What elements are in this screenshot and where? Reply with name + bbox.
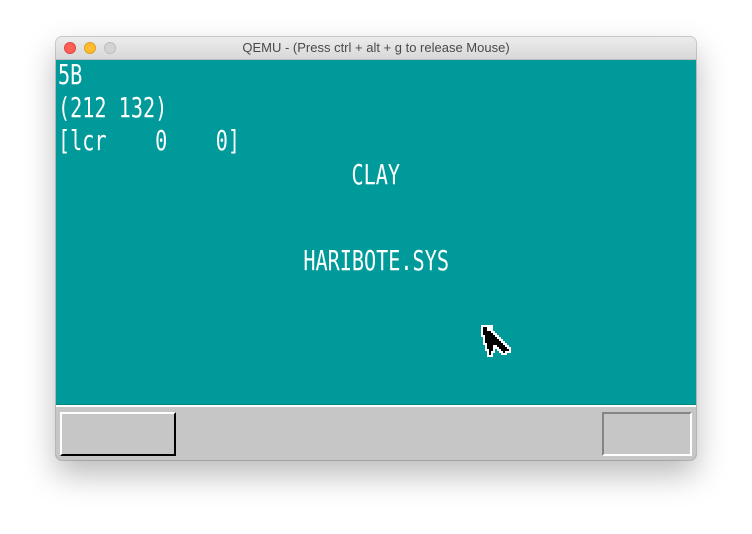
keycode-readout: 5B <box>58 58 83 91</box>
clay-label: CLAY <box>351 158 401 191</box>
title-bar[interactable]: QEMU - (Press ctrl + alt + g to release … <box>56 37 696 60</box>
qemu-window: QEMU - (Press ctrl + alt + g to release … <box>56 37 696 460</box>
taskbar <box>56 405 696 460</box>
system-tray <box>602 412 692 456</box>
desktop[interactable]: 5B (212 132) [lcr 0 0] CLAY HARIBOTE.SYS <box>56 60 696 404</box>
mouse-button-state-readout: [lcr 0 0] <box>58 124 241 157</box>
emulator-screen[interactable]: 5B (212 132) [lcr 0 0] CLAY HARIBOTE.SYS <box>56 60 696 460</box>
start-button[interactable] <box>60 412 176 456</box>
system-file-label: HARIBOTE.SYS <box>303 244 449 277</box>
mouse-pointer-icon <box>481 325 511 357</box>
mouse-coordinates-readout: (212 132) <box>58 91 168 124</box>
window-title: QEMU - (Press ctrl + alt + g to release … <box>242 40 510 55</box>
